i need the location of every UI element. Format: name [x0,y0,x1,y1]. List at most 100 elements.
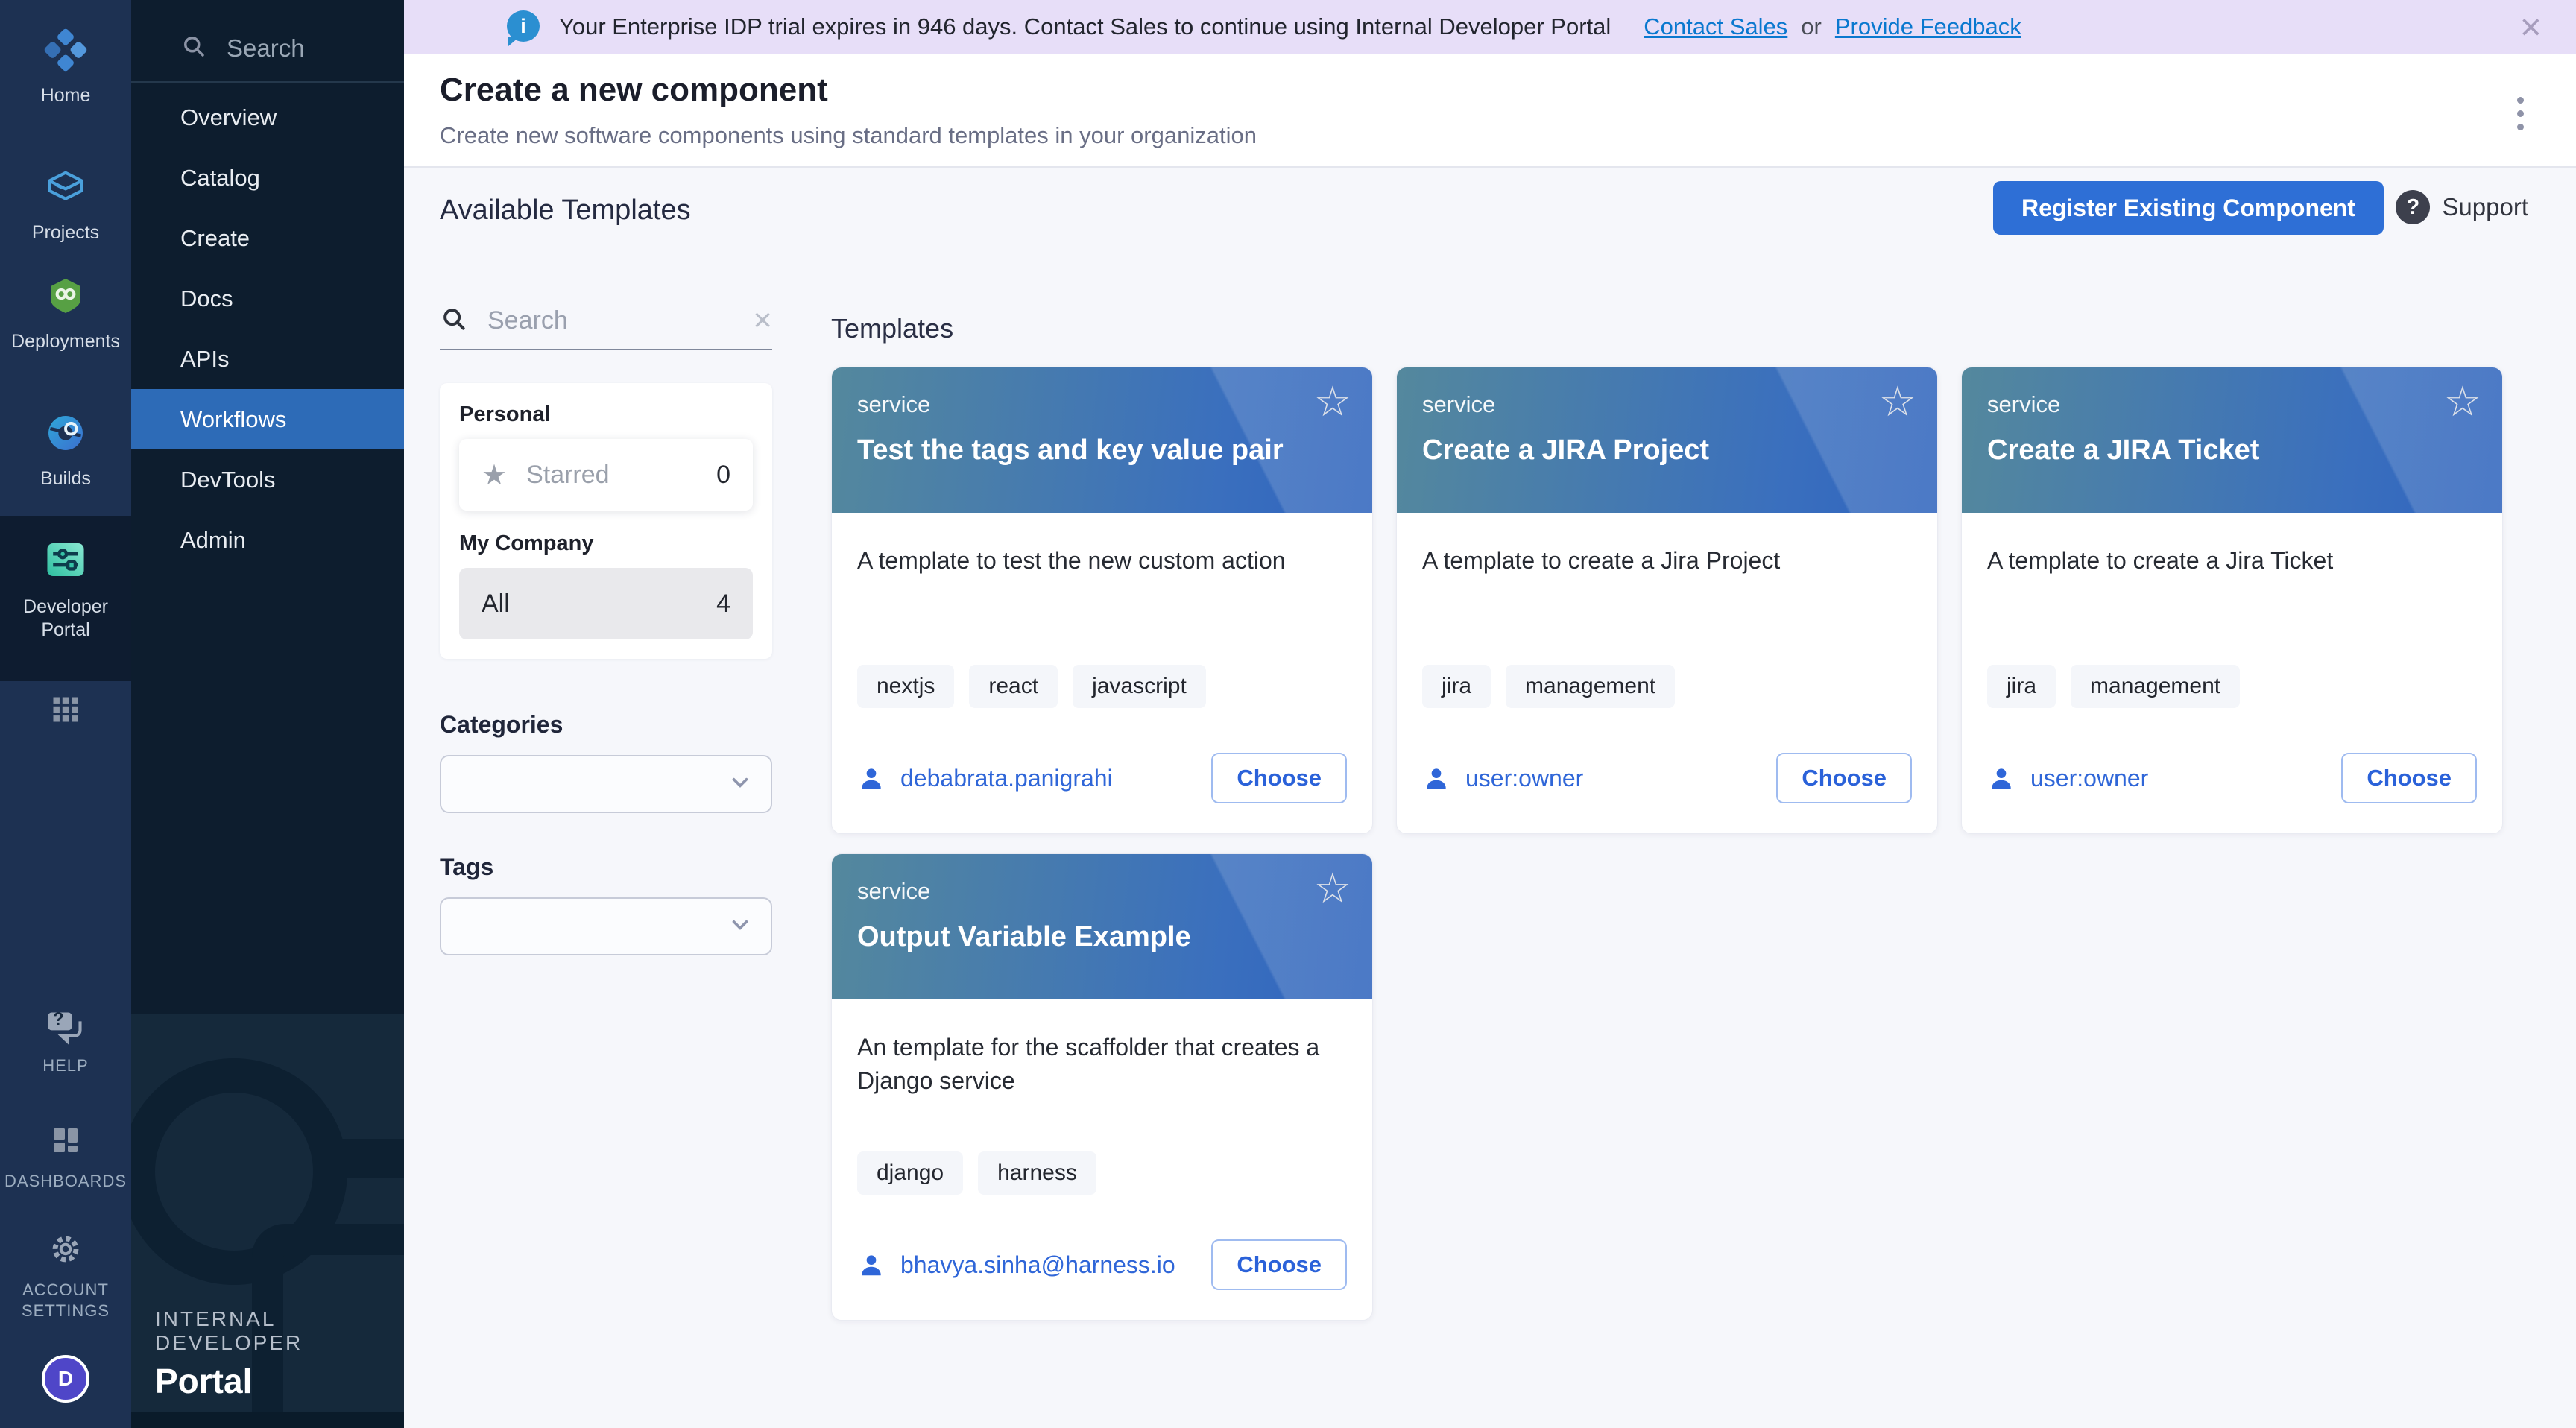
card-title: Output Variable Example [857,921,1347,953]
card-header: ☆ service Create a JIRA Ticket [1962,367,2502,513]
card-tags: jira management [1987,665,2477,708]
starred-count: 0 [716,461,730,490]
decorative-bar [319,1139,404,1178]
rail-item-label: Projects [32,221,99,244]
owner-link[interactable]: debabrata.panigrahi [900,765,1113,792]
star-outline-icon[interactable]: ☆ [2444,381,2481,423]
template-card: ☆ service Output Variable Example An tem… [831,853,1373,1321]
available-templates-heading: Available Templates [440,195,691,227]
ownership-filter-card: Personal ★ Starred 0 My Company All 4 [440,383,772,659]
chevron-down-icon [727,912,753,941]
tag-chip: react [969,665,1058,708]
owner-link[interactable]: bhavya.sinha@harness.io [900,1251,1175,1279]
tag-chip: jira [1422,665,1491,708]
card-type: service [857,391,1347,418]
sidebar-item-docs[interactable]: Docs [131,268,404,329]
card-tags: django harness [857,1151,1347,1195]
sidebar-item-apis[interactable]: APIs [131,329,404,389]
banner-separator: or [1801,13,1822,40]
support-button[interactable]: ? Support [2396,190,2528,224]
rail-item-dashboards[interactable]: DASHBOARDS [0,1122,131,1192]
module-switcher-button[interactable] [0,693,131,730]
sidebar-item-admin[interactable]: Admin [131,510,404,570]
owner-link[interactable]: user:owner [1465,765,1583,792]
filter-starred[interactable]: ★ Starred 0 [459,439,753,511]
projects-icon [44,165,87,212]
starred-label: Starred [526,461,610,490]
rail-item-label: ACCOUNT SETTINGS [0,1280,131,1321]
card-header: ☆ service Test the tags and key value pa… [832,367,1372,513]
tag-chip: javascript [1073,665,1206,708]
help-question-glyph: ? [53,1009,64,1030]
template-search-input[interactable] [486,306,753,336]
rail-item-label: HELP [42,1055,88,1076]
rail-item-developer-portal[interactable]: Developer Portal [0,537,131,642]
sidebar-item-devtools[interactable]: DevTools [131,449,404,510]
rail-item-help[interactable]: ? HELP [0,1008,131,1076]
info-icon: i [507,10,540,43]
sidebar-item-workflows[interactable]: Workflows [131,389,404,449]
home-icon [44,28,87,75]
kebab-menu-icon[interactable] [2513,92,2528,135]
tag-chip: django [857,1151,963,1195]
choose-button[interactable]: Choose [1211,1239,1347,1290]
card-description: A template to test the new custom action [857,544,1347,578]
rail-item-label: Home [41,84,91,107]
tags-select[interactable] [440,897,772,955]
rail-item-profile[interactable]: D [0,1355,131,1403]
card-body: A template to create a Jira Ticket jira … [1962,513,2502,833]
contact-sales-link[interactable]: Contact Sales [1644,13,1787,40]
all-count: 4 [716,590,730,619]
search-clear-icon[interactable]: × [753,304,772,337]
support-label: Support [2442,193,2528,221]
trial-banner-message: Your Enterprise IDP trial expires in 946… [559,13,1611,40]
sidebar-item-create[interactable]: Create [131,208,404,268]
user-avatar[interactable]: D [42,1355,89,1403]
rail-item-builds[interactable]: Builds [0,411,131,490]
owner-link[interactable]: user:owner [2030,765,2148,792]
gear-icon [48,1231,83,1271]
card-tags: nextjs react javascript [857,665,1347,708]
question-icon: ? [2396,190,2430,224]
tag-chip: management [2071,665,2240,708]
categories-select[interactable] [440,755,772,813]
choose-button[interactable]: Choose [1211,753,1347,803]
choose-button[interactable]: Choose [1776,753,1912,803]
help-chat-icon: ? [44,1008,87,1046]
rail-item-deployments[interactable]: Deployments [0,274,131,353]
star-outline-icon[interactable]: ☆ [1314,381,1351,423]
provide-feedback-link[interactable]: Provide Feedback [1835,13,2021,40]
template-filter-panel: × Personal ★ Starred 0 My Company All 4 … [440,304,772,955]
card-type: service [1422,391,1912,418]
my-company-label: My Company [459,531,753,556]
register-existing-component-button[interactable]: Register Existing Component [1993,181,2384,235]
template-search: × [440,304,772,350]
chevron-down-icon [727,770,753,799]
card-owner-row: user:owner Choose [1422,753,1912,803]
page-header: Create a new component Create new softwa… [404,54,2576,168]
card-description: A template to create a Jira Project [1422,544,1912,578]
sidebar-search[interactable] [131,0,404,63]
card-description: An template for the scaffolder that crea… [857,1031,1334,1098]
star-outline-icon[interactable]: ☆ [1879,381,1916,423]
sidebar-item-overview[interactable]: Overview [131,87,404,148]
card-body: An template for the scaffolder that crea… [832,999,1372,1320]
module-rail: Home Projects Deployments Builds Develop… [0,0,131,1428]
templates-section: Templates ☆ service Test the tags and ke… [831,313,2503,1321]
sidebar-search-input[interactable] [225,34,370,63]
rail-item-home[interactable]: Home [0,28,131,107]
sidebar-item-catalog[interactable]: Catalog [131,148,404,208]
banner-close-icon[interactable]: × [2520,8,2542,45]
personal-label: Personal [459,402,753,427]
choose-button[interactable]: Choose [2341,753,2477,803]
page-title: Create a new component [440,72,2576,109]
card-owner-row: bhavya.sinha@harness.io Choose [857,1239,1347,1290]
filter-all[interactable]: All 4 [459,568,753,639]
person-icon [1987,764,2015,792]
rail-item-projects[interactable]: Projects [0,165,131,244]
rail-item-account-settings[interactable]: ACCOUNT SETTINGS [0,1231,131,1321]
card-owner-row: debabrata.panigrahi Choose [857,753,1347,803]
star-outline-icon[interactable]: ☆ [1314,868,1351,909]
rail-item-label: Deployments [11,330,120,353]
card-header: ☆ service Create a JIRA Project [1397,367,1937,513]
